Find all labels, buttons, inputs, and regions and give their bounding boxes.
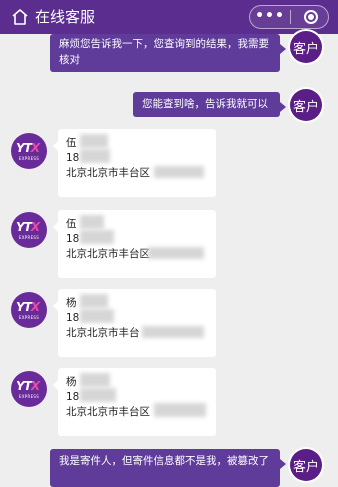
close-target-icon[interactable] (304, 10, 318, 24)
more-icon[interactable]: ••• (250, 6, 290, 28)
recipient-address: 北京北京市丰台区 (66, 248, 150, 260)
masked-info (80, 294, 108, 308)
address-card[interactable]: 杨 18 北京北京市丰台区 (53, 368, 216, 436)
mini-program-capsule: ••• (249, 5, 329, 29)
masked-info (80, 309, 114, 323)
message-text: 我是寄件人，但寄件信息都不是我，被篡改了 (59, 455, 269, 467)
masked-info (154, 403, 206, 417)
masked-info (80, 215, 104, 229)
user-avatar: 客户 (290, 31, 322, 63)
masked-info (80, 373, 110, 387)
recipient-address: 北京北京市丰台 (66, 327, 140, 339)
message-bubble-out: 您能查到啥，告诉我就可以 (133, 92, 286, 117)
capsule-divider (290, 10, 291, 24)
masked-info (142, 326, 204, 338)
masked-info (154, 166, 204, 178)
top-bar: 在线客服 ••• (0, 0, 338, 34)
user-avatar: 客户 (290, 449, 322, 481)
bot-avatar: YTX EXPRESS (11, 212, 47, 248)
recipient-name: 杨 (66, 376, 77, 388)
recipient-phone: 18 (66, 391, 80, 403)
message-text: 麻烦您告诉我一下，您查询到的结果，我需要核对 (59, 38, 269, 66)
bot-avatar: YTX EXPRESS (11, 371, 47, 407)
masked-info (80, 388, 116, 402)
recipient-name: 杨 (66, 297, 77, 309)
address-card[interactable]: 伍 18 北京北京市丰台区 (53, 129, 216, 197)
yto-logo: YTX (16, 379, 40, 393)
yto-logo: YTX (16, 141, 40, 155)
masked-info (148, 247, 204, 259)
recipient-phone: 18 (66, 233, 80, 245)
masked-info (80, 149, 110, 163)
bot-avatar: YTX EXPRESS (11, 292, 47, 328)
recipient-phone: 18 (66, 312, 80, 324)
recipient-phone: 18 (66, 152, 80, 164)
message-text: 您能查到啥，告诉我就可以 (142, 98, 268, 110)
yto-logo: YTX (16, 220, 40, 234)
home-icon[interactable] (11, 8, 29, 26)
recipient-name: 伍 (66, 218, 77, 230)
bot-avatar: YTX EXPRESS (11, 133, 47, 169)
recipient-address: 北京北京市丰台区 (66, 167, 150, 179)
user-avatar: 客户 (290, 89, 322, 121)
message-bubble-out: 我是寄件人，但寄件信息都不是我，被篡改了 (50, 449, 286, 487)
yto-logo: YTX (16, 300, 40, 314)
recipient-address: 北京北京市丰台区 (66, 406, 150, 418)
recipient-name: 伍 (66, 137, 77, 149)
address-card[interactable]: 杨 18 北京北京市丰台 (53, 289, 216, 357)
address-card[interactable]: 伍 18 北京北京市丰台区 (53, 210, 216, 278)
page-title: 在线客服 (35, 8, 96, 26)
message-bubble-out: 麻烦您告诉我一下，您查询到的结果，我需要核对 (50, 34, 286, 72)
masked-info (80, 230, 114, 244)
masked-info (80, 134, 108, 148)
